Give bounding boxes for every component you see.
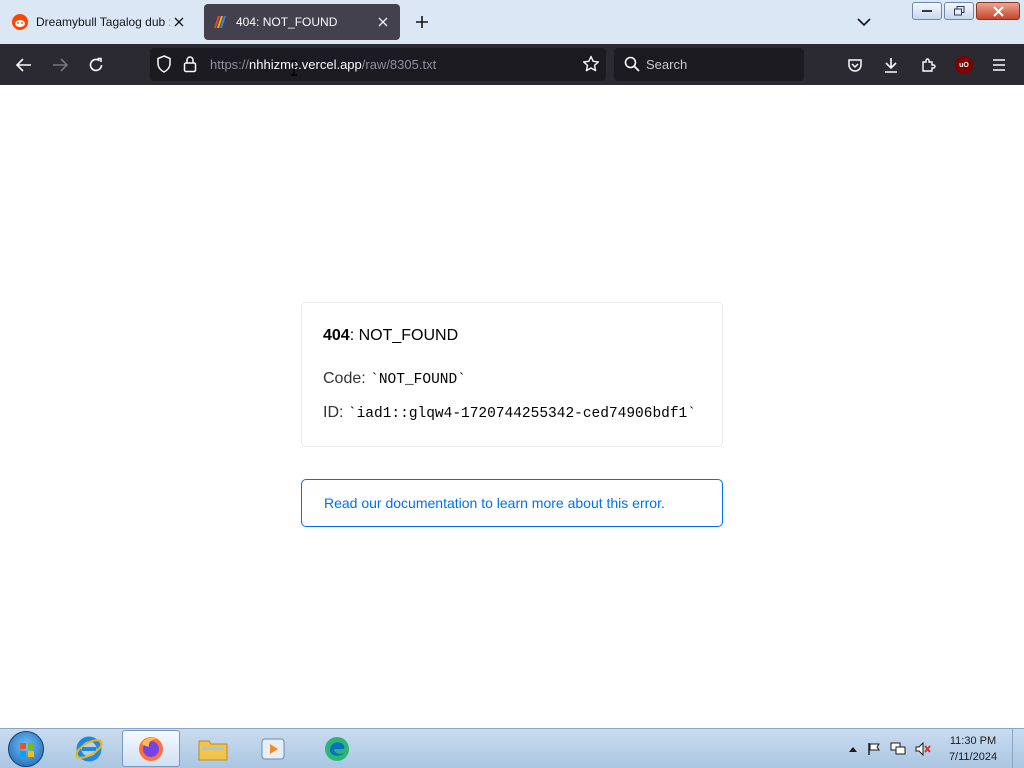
url-host: nhhizme.vercel.app <box>249 57 362 72</box>
taskbar-internet-explorer[interactable] <box>60 730 118 767</box>
taskbar-edge[interactable] <box>308 730 366 767</box>
taskbar: 11:30 PM 7/11/2024 <box>0 728 1024 768</box>
restore-button[interactable] <box>944 2 974 20</box>
tab-title: Dreamybull Tagalog dub : <box>36 15 170 29</box>
file-explorer-icon <box>198 740 228 760</box>
taskbar-media-player[interactable] <box>244 730 302 767</box>
url-path: /raw/8305.txt <box>361 57 437 72</box>
list-all-tabs-button[interactable] <box>852 10 876 34</box>
search-icon <box>624 56 640 77</box>
reddit-icon <box>12 14 28 30</box>
tab-strip: Dreamybull Tagalog dub : 404: NOT_FOUND <box>0 0 1024 44</box>
clock-date: 7/11/2024 <box>948 751 998 763</box>
taskbar-file-explorer[interactable] <box>184 730 242 767</box>
arrow-right-icon <box>53 58 68 72</box>
page-content: 404: NOT_FOUND Code: `NOT_FOUND` ID: `ia… <box>0 85 1024 728</box>
error-message: NOT_FOUND <box>358 327 459 344</box>
url-protocol: https:// <box>210 57 250 72</box>
text-cursor-icon <box>291 60 297 76</box>
new-tab-button[interactable] <box>410 10 434 34</box>
chevron-down-icon <box>857 18 871 27</box>
error-id-label: ID: <box>323 404 344 421</box>
search-placeholder: Search <box>646 57 688 72</box>
close-window-button[interactable] <box>976 2 1020 20</box>
window-controls <box>912 2 1020 20</box>
vercel-rainbow-icon <box>212 14 228 30</box>
search-bar[interactable]: Search <box>614 48 804 81</box>
url-bar[interactable]: https://nhhizme.vercel.app/raw/8305.txt <box>150 48 606 81</box>
shield-icon[interactable] <box>156 55 172 78</box>
close-tab-icon[interactable] <box>374 13 392 31</box>
start-button[interactable] <box>8 731 44 767</box>
close-tab-icon[interactable] <box>170 13 188 31</box>
url-text[interactable]: https://nhhizme.vercel.app/raw/8305.txt <box>210 57 436 72</box>
download-icon <box>885 58 897 73</box>
firefox-icon <box>139 736 163 761</box>
pocket-icon <box>848 59 862 72</box>
network-icon[interactable] <box>890 741 906 757</box>
system-clock[interactable]: 11:30 PM 7/11/2024 <box>940 733 1006 765</box>
extensions-button[interactable] <box>915 52 941 78</box>
arrow-left-icon <box>16 58 31 72</box>
app-menu-button[interactable] <box>986 52 1012 78</box>
clock-time: 11:30 PM <box>949 735 997 747</box>
minimize-button[interactable] <box>912 2 942 20</box>
taskbar-firefox[interactable] <box>122 730 180 767</box>
back-button[interactable] <box>11 52 37 78</box>
volume-muted-icon[interactable] <box>915 741 931 757</box>
windows-logo-icon <box>20 743 34 757</box>
documentation-link[interactable]: Read our documentation to learn more abo… <box>301 479 723 527</box>
tab-reddit[interactable]: Dreamybull Tagalog dub : <box>4 4 196 40</box>
show-desktop-button[interactable] <box>1012 729 1024 768</box>
pocket-button[interactable] <box>842 52 868 78</box>
show-hidden-icons-button[interactable] <box>845 741 861 757</box>
internet-explorer-icon <box>75 736 103 761</box>
close-icon <box>992 5 1004 17</box>
reload-icon <box>89 57 103 72</box>
error-code-line: Code: `NOT_FOUND` <box>323 370 466 388</box>
error-id-value: `iad1::glqw4-1720744255342-ced74906bdf1` <box>347 406 696 422</box>
puzzle-icon <box>922 58 936 72</box>
tab-title: 404: NOT_FOUND <box>236 15 338 29</box>
forward-button[interactable] <box>47 52 73 78</box>
edge-icon <box>325 736 349 761</box>
tab-404-not-found[interactable]: 404: NOT_FOUND <box>204 4 400 40</box>
chevron-up-icon <box>849 747 857 752</box>
minimize-icon <box>922 10 932 12</box>
restore-icon <box>953 6 964 16</box>
error-id-line: ID: `iad1::glqw4-1720744255342-ced74906b… <box>323 404 696 422</box>
bookmark-star-icon[interactable] <box>582 55 600 78</box>
error-code-label: Code: <box>323 370 366 387</box>
media-player-icon <box>261 738 285 759</box>
hamburger-menu-icon <box>993 59 1005 71</box>
reload-button[interactable] <box>83 52 109 78</box>
ublock-origin-icon[interactable]: uO <box>955 56 973 74</box>
action-center-flag-icon[interactable] <box>866 741 882 757</box>
error-code-value: `NOT_FOUND` <box>370 372 466 388</box>
error-status: 404 <box>323 327 350 344</box>
plus-icon <box>416 16 428 28</box>
error-box: 404: NOT_FOUND Code: `NOT_FOUND` ID: `ia… <box>301 302 723 447</box>
error-title: 404: NOT_FOUND <box>323 327 459 344</box>
lock-icon[interactable] <box>183 55 197 78</box>
downloads-button[interactable] <box>878 52 904 78</box>
